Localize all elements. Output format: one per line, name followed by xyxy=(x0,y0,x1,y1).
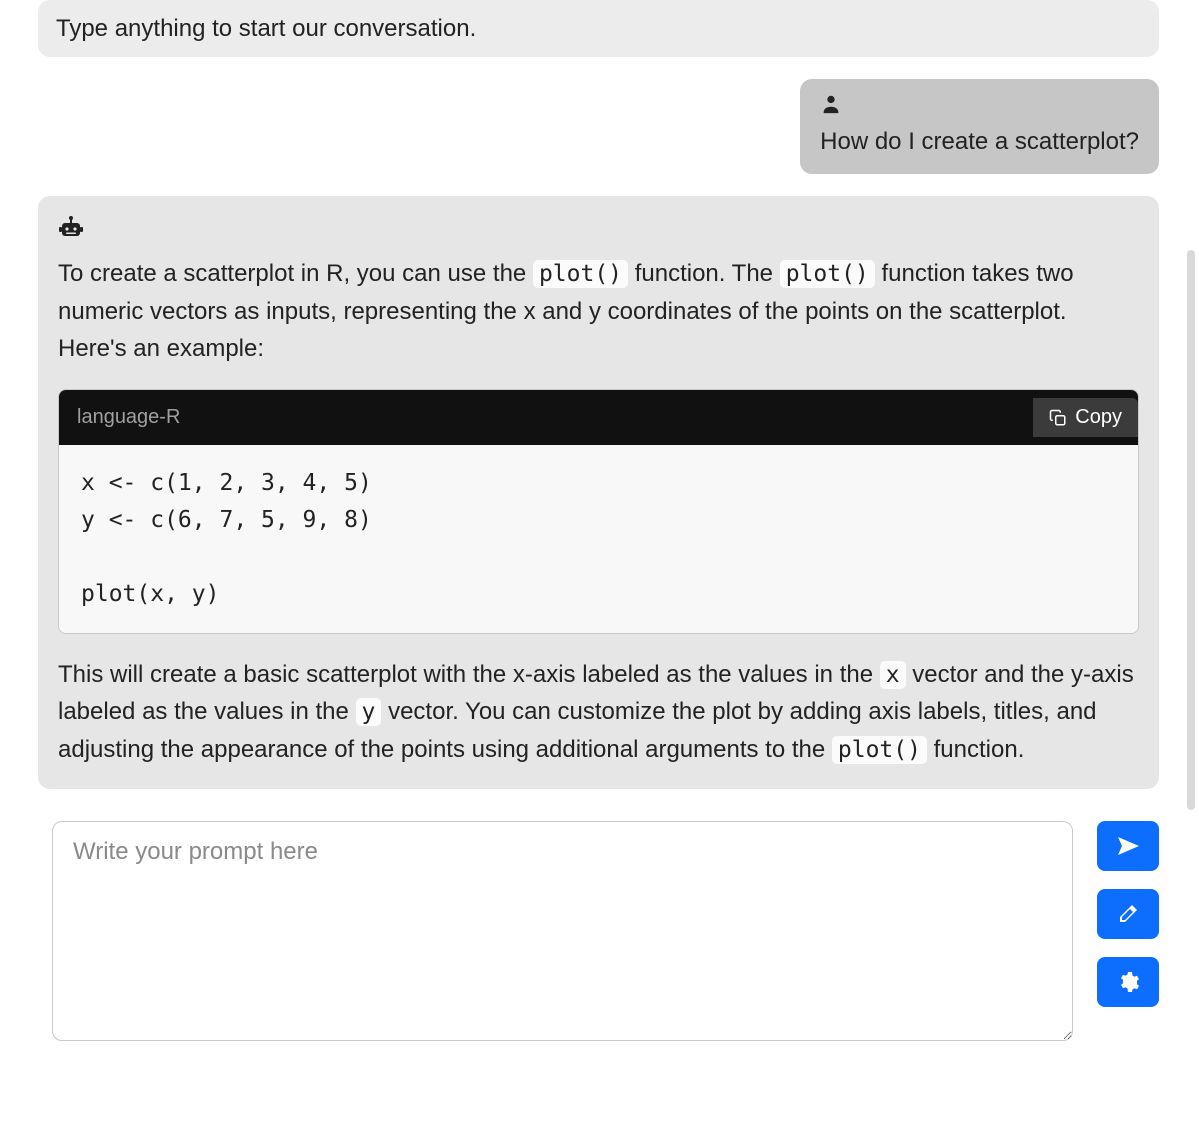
assistant-message: To create a scatterplot in R, you can us… xyxy=(38,196,1159,788)
assistant-text: This will create a basic scatterplot wit… xyxy=(58,661,880,688)
code-block: language-R Copy x <- c(1, 2, 3, 4, 5) y … xyxy=(58,389,1139,633)
prompt-input[interactable] xyxy=(52,821,1073,1041)
scrollbar[interactable] xyxy=(1187,250,1195,810)
gear-icon xyxy=(1116,970,1140,994)
inline-code: plot() xyxy=(832,736,927,764)
assistant-outro-paragraph: This will create a basic scatterplot wit… xyxy=(58,656,1139,769)
assistant-intro-paragraph: To create a scatterplot in R, you can us… xyxy=(58,255,1139,367)
copy-button[interactable]: Copy xyxy=(1033,398,1138,437)
user-message: How do I create a scatterplot? xyxy=(800,79,1159,174)
inline-code: plot() xyxy=(780,260,875,288)
assistant-text: function. The xyxy=(628,260,780,287)
chat-container: Type anything to start our conversation.… xyxy=(0,0,1199,789)
user-icon xyxy=(820,93,842,119)
user-message-row: How do I create a scatterplot? xyxy=(38,79,1159,174)
inline-code: y xyxy=(356,698,382,726)
send-button[interactable] xyxy=(1097,821,1159,871)
assistant-avatar-row xyxy=(58,212,1139,249)
inline-code: plot() xyxy=(533,260,628,288)
clear-button[interactable] xyxy=(1097,889,1159,939)
user-message-text: How do I create a scatterplot? xyxy=(820,128,1139,155)
system-message-text: Type anything to start our conversation. xyxy=(56,15,476,42)
assistant-text: function. xyxy=(927,736,1024,763)
copy-button-label: Copy xyxy=(1075,406,1122,429)
code-language-label: language-R xyxy=(77,402,180,433)
action-button-column xyxy=(1097,821,1159,1007)
code-content: x <- c(1, 2, 3, 4, 5) y <- c(6, 7, 5, 9,… xyxy=(81,465,1116,612)
system-message: Type anything to start our conversation. xyxy=(38,0,1159,57)
code-block-body: x <- c(1, 2, 3, 4, 5) y <- c(6, 7, 5, 9,… xyxy=(59,445,1138,632)
code-block-header: language-R Copy xyxy=(59,390,1138,445)
inline-code: x xyxy=(880,661,906,689)
send-icon xyxy=(1116,834,1140,858)
robot-icon xyxy=(58,216,84,242)
eraser-icon xyxy=(1116,902,1140,926)
settings-button[interactable] xyxy=(1097,957,1159,1007)
copy-icon xyxy=(1049,409,1067,427)
user-avatar-row xyxy=(820,93,1139,122)
input-row xyxy=(0,821,1199,1041)
assistant-text: To create a scatterplot in R, you can us… xyxy=(58,260,533,287)
